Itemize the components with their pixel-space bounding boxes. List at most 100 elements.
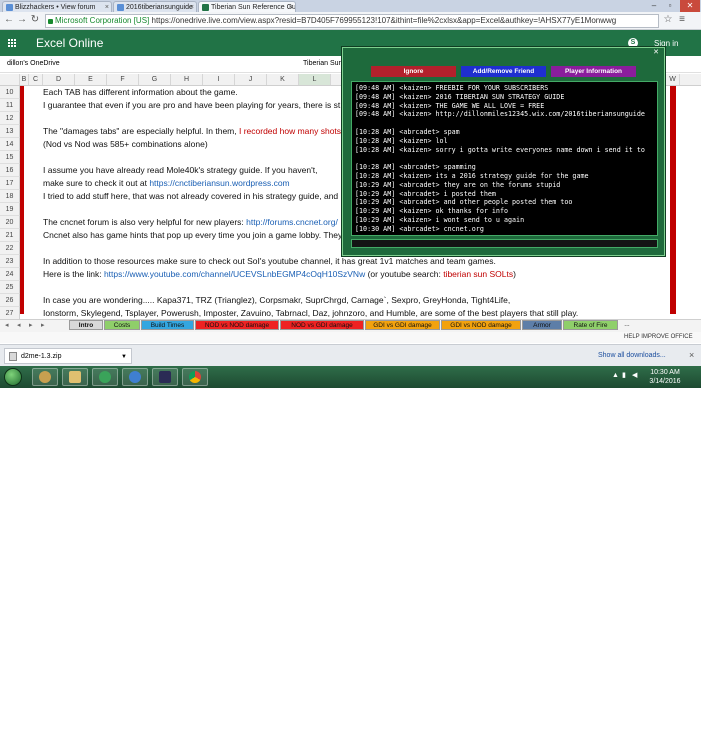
sheet-tab-gdi-vs-nod[interactable]: GDI vs NOD damage <box>441 320 521 330</box>
taskbar-app-icon[interactable] <box>122 368 148 386</box>
chat-log[interactable]: [09:48 AM] <kaizen> FREEBIE FOR YOUR SUB… <box>351 81 658 236</box>
row-header[interactable]: 18 <box>0 190 20 203</box>
row-header[interactable]: 11 <box>0 99 20 112</box>
sheet-tab-build-times[interactable]: Build Times <box>141 320 194 330</box>
download-item[interactable]: d2me-1.3.zip ▼ <box>4 348 132 364</box>
row-header[interactable]: 20 <box>0 216 20 229</box>
row-header[interactable]: 13 <box>0 125 20 138</box>
column-header[interactable]: D <box>43 74 75 85</box>
prev-sheet-icon[interactable]: ◂ <box>17 321 21 329</box>
sheet-tab-rate-of-fire[interactable]: Rate of Fire <box>563 320 618 330</box>
column-header[interactable]: I <box>203 74 235 85</box>
breadcrumb-onedrive[interactable]: dillon's OneDrive <box>7 56 60 72</box>
column-header[interactable]: C <box>29 74 43 85</box>
column-header[interactable]: F <box>107 74 139 85</box>
back-arrow-icon[interactable]: ← <box>3 14 15 26</box>
row-header[interactable]: 23 <box>0 255 20 268</box>
chevron-down-icon[interactable]: ▼ <box>121 349 127 365</box>
volume-icon[interactable]: ◀ <box>632 372 640 380</box>
row-header[interactable]: 16 <box>0 164 20 177</box>
sheet-tab-intro[interactable]: Intro <box>69 320 103 330</box>
browser-tab-blizzhackers[interactable]: Blizzhackers • View forum × <box>2 1 112 12</box>
column-header[interactable]: W <box>666 74 680 85</box>
network-icon[interactable]: ▮ <box>622 372 630 380</box>
close-tab-icon[interactable]: × <box>190 2 194 12</box>
select-all-corner[interactable] <box>0 74 20 85</box>
cell-text[interactable]: Each TAB has different information about… <box>43 86 238 99</box>
column-header[interactable]: E <box>75 74 107 85</box>
star-icon[interactable]: ☆ <box>662 14 674 26</box>
row-header[interactable]: 21 <box>0 229 20 242</box>
taskbar-app-icon[interactable] <box>92 368 118 386</box>
cell-text[interactable]: The cncnet forum is also very helpful fo… <box>43 216 338 229</box>
cell-text[interactable]: In addition to those resources make sure… <box>43 255 496 268</box>
chat-message-input[interactable] <box>351 239 658 248</box>
row-header[interactable]: 22 <box>0 242 20 255</box>
row-header[interactable]: 19 <box>0 203 20 216</box>
cell-text[interactable]: The "damages tabs" are especially helpfu… <box>43 125 348 138</box>
cell-text[interactable]: Here is the link: https://www.youtube.co… <box>43 268 516 281</box>
cell-text[interactable]: Cncnet also has game hints that pop up e… <box>43 229 354 242</box>
next-sheet-icon[interactable]: ▸ <box>29 321 33 329</box>
hyperlink[interactable]: http://forums.cncnet.org/ <box>246 217 338 227</box>
column-header[interactable]: J <box>235 74 267 85</box>
cell-text[interactable]: I assume you have already read Mole40k's… <box>43 164 317 177</box>
sheet-tab-gdi-vs-gdi[interactable]: GDI vs GDI damage <box>365 320 440 330</box>
cell-text[interactable]: I guarantee that even if you are pro and… <box>43 99 340 112</box>
cell-text[interactable]: I tried to add stuff here, that was not … <box>43 190 351 203</box>
close-chat-icon[interactable]: ✕ <box>649 48 663 58</box>
row-header[interactable]: 25 <box>0 281 20 294</box>
tray-arrow-icon[interactable]: ▲ <box>612 372 620 380</box>
column-header[interactable]: K <box>267 74 299 85</box>
reload-icon[interactable]: ↻ <box>29 14 41 26</box>
row-header[interactable]: 10 <box>0 86 20 99</box>
chat-message: [10:28 AM] <kaizen> sorry i gotta write … <box>355 145 645 154</box>
taskbar-chrome-icon[interactable] <box>182 368 208 386</box>
ignore-button[interactable]: Ignore <box>371 66 456 77</box>
maximize-icon[interactable]: ▫ <box>662 0 678 12</box>
help-improve-office-link[interactable]: HELP IMPROVE OFFICE <box>624 332 693 343</box>
close-downloads-icon[interactable]: × <box>689 350 694 360</box>
browser-tab-guide[interactable]: 2016tiberiansunguide × <box>113 1 197 12</box>
player-information-button[interactable]: Player Information <box>551 66 636 77</box>
cell-text[interactable]: (Nod vs Nod was 585+ combinations alone) <box>43 138 208 151</box>
close-tab-icon[interactable]: × <box>289 2 293 12</box>
first-sheet-icon[interactable]: ◂ <box>5 321 9 329</box>
row-header[interactable]: 26 <box>0 294 20 307</box>
sheet-tab-nod-vs-gdi[interactable]: NOD vs GDI damage <box>280 320 364 330</box>
close-tab-icon[interactable]: × <box>105 2 109 12</box>
column-header[interactable]: H <box>171 74 203 85</box>
column-header[interactable]: B <box>20 74 29 85</box>
taskbar-app-icon[interactable] <box>62 368 88 386</box>
row-header[interactable]: 15 <box>0 151 20 164</box>
cell-text[interactable]: make sure to check it out at https://cnc… <box>43 177 290 190</box>
app-launcher-icon[interactable] <box>8 39 17 48</box>
row-header[interactable]: 17 <box>0 177 20 190</box>
minimize-icon[interactable]: – <box>646 0 662 12</box>
sheet-tab-nod-vs-nod[interactable]: NOD vs NOD damage <box>195 320 279 330</box>
taskbar-app-icon[interactable] <box>32 368 58 386</box>
sheet-tab-armor[interactable]: Armor <box>522 320 562 330</box>
row-header[interactable]: 24 <box>0 268 20 281</box>
show-all-downloads-link[interactable]: Show all downloads... <box>598 352 666 359</box>
add-remove-friend-button[interactable]: Add/Remove Friend <box>461 66 546 77</box>
close-window-icon[interactable]: ✕ <box>680 0 700 12</box>
row-header[interactable]: 14 <box>0 138 20 151</box>
menu-icon[interactable]: ≡ <box>676 14 688 26</box>
cell-text[interactable]: In case you are wondering..... Kapa371, … <box>43 294 510 307</box>
status-bar: HELP IMPROVE OFFICE <box>0 332 701 343</box>
browser-tab-reference[interactable]: Tiberian Sun Reference Gu × <box>198 1 296 12</box>
start-button-icon[interactable] <box>4 368 22 386</box>
sheet-tab-costs[interactable]: Costs <box>104 320 140 330</box>
column-header[interactable]: G <box>139 74 171 85</box>
hyperlink[interactable]: https://cnctiberiansun.wordpress.com <box>149 178 289 188</box>
column-header[interactable]: L <box>299 74 331 85</box>
taskbar-clock[interactable]: 10:30 AM 3/14/2016 <box>640 368 690 386</box>
forward-arrow-icon[interactable]: → <box>16 14 28 26</box>
row-header[interactable]: 12 <box>0 112 20 125</box>
hyperlink[interactable]: https://www.youtube.com/channel/UCEVSLnb… <box>104 269 365 279</box>
more-sheets-button[interactable]: ... <box>619 320 635 330</box>
url-input[interactable]: Microsoft Corporation [US] https://onedr… <box>45 14 659 28</box>
taskbar-game-icon[interactable] <box>152 368 178 386</box>
last-sheet-icon[interactable]: ▸ <box>41 321 45 329</box>
